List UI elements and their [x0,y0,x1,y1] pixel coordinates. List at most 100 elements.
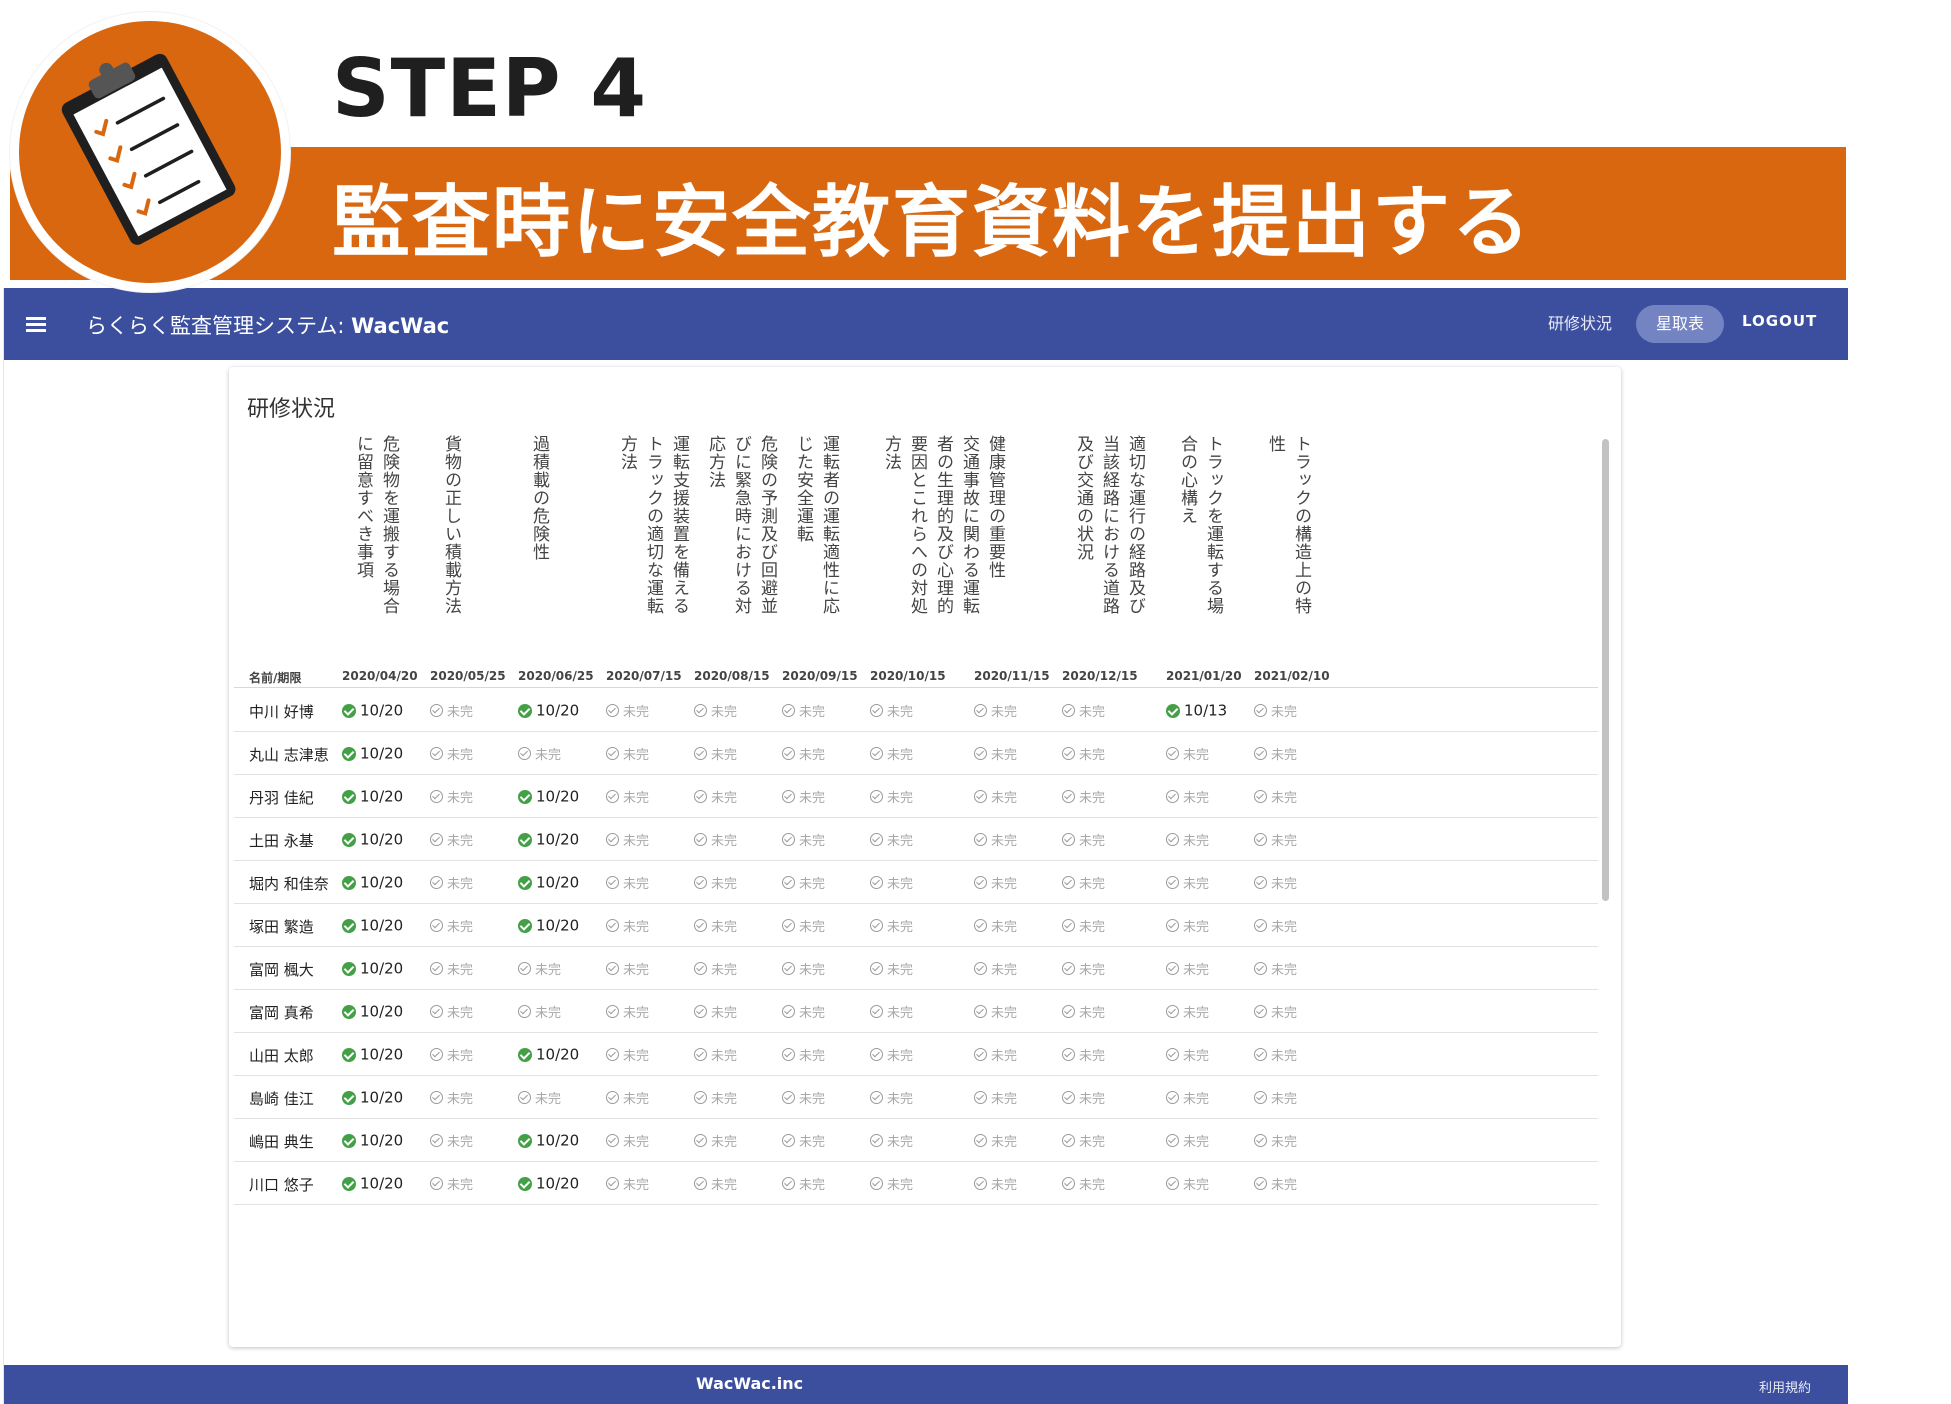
incomplete-cell[interactable]: 未完 [782,786,825,806]
incomplete-cell[interactable]: 未完 [1166,1044,1209,1064]
completed-cell[interactable]: 10/20 [518,872,579,892]
incomplete-cell[interactable]: 未完 [782,1044,825,1064]
incomplete-cell[interactable]: 未完 [870,700,913,720]
incomplete-cell[interactable]: 未完 [1062,1087,1105,1107]
incomplete-cell[interactable]: 未完 [974,1173,1017,1193]
incomplete-cell[interactable]: 未完 [974,700,1017,720]
incomplete-cell[interactable]: 未完 [430,915,473,935]
incomplete-cell[interactable]: 未完 [430,829,473,849]
incomplete-cell[interactable]: 未完 [974,872,1017,892]
incomplete-cell[interactable]: 未完 [1062,1173,1105,1193]
incomplete-cell[interactable]: 未完 [782,958,825,978]
incomplete-cell[interactable]: 未完 [1166,743,1209,763]
incomplete-cell[interactable]: 未完 [870,1130,913,1150]
incomplete-cell[interactable]: 未完 [1254,958,1297,978]
incomplete-cell[interactable]: 未完 [870,1001,913,1021]
completed-cell[interactable]: 10/20 [518,829,579,849]
incomplete-cell[interactable]: 未完 [1062,829,1105,849]
incomplete-cell[interactable]: 未完 [870,1173,913,1193]
incomplete-cell[interactable]: 未完 [606,1087,649,1107]
incomplete-cell[interactable]: 未完 [606,958,649,978]
incomplete-cell[interactable]: 未完 [1166,915,1209,935]
incomplete-cell[interactable]: 未完 [782,1087,825,1107]
incomplete-cell[interactable]: 未完 [782,743,825,763]
incomplete-cell[interactable]: 未完 [870,1044,913,1064]
incomplete-cell[interactable]: 未完 [974,958,1017,978]
incomplete-cell[interactable]: 未完 [974,1130,1017,1150]
incomplete-cell[interactable]: 未完 [694,915,737,935]
incomplete-cell[interactable]: 未完 [1254,1044,1297,1064]
incomplete-cell[interactable]: 未完 [430,872,473,892]
incomplete-cell[interactable]: 未完 [1062,872,1105,892]
incomplete-cell[interactable]: 未完 [1254,786,1297,806]
completed-cell[interactable]: 10/20 [342,1087,403,1107]
nav-star-chart[interactable]: 星取表 [1636,305,1724,343]
incomplete-cell[interactable]: 未完 [1254,1130,1297,1150]
incomplete-cell[interactable]: 未完 [782,1130,825,1150]
completed-cell[interactable]: 10/20 [342,786,403,806]
completed-cell[interactable]: 10/20 [342,829,403,849]
incomplete-cell[interactable]: 未完 [974,786,1017,806]
incomplete-cell[interactable]: 未完 [870,743,913,763]
incomplete-cell[interactable]: 未完 [782,872,825,892]
incomplete-cell[interactable]: 未完 [430,1087,473,1107]
incomplete-cell[interactable]: 未完 [606,872,649,892]
incomplete-cell[interactable]: 未完 [606,743,649,763]
completed-cell[interactable]: 10/20 [342,700,403,720]
incomplete-cell[interactable]: 未完 [694,743,737,763]
incomplete-cell[interactable]: 未完 [1166,829,1209,849]
incomplete-cell[interactable]: 未完 [782,915,825,935]
incomplete-cell[interactable]: 未完 [694,1001,737,1021]
completed-cell[interactable]: 10/20 [342,1044,403,1064]
incomplete-cell[interactable]: 未完 [782,829,825,849]
incomplete-cell[interactable]: 未完 [430,700,473,720]
incomplete-cell[interactable]: 未完 [606,1130,649,1150]
incomplete-cell[interactable]: 未完 [974,1044,1017,1064]
incomplete-cell[interactable]: 未完 [1254,872,1297,892]
logout-button[interactable]: LOGOUT [1742,312,1817,330]
incomplete-cell[interactable]: 未完 [430,958,473,978]
incomplete-cell[interactable]: 未完 [518,958,561,978]
incomplete-cell[interactable]: 未完 [606,915,649,935]
incomplete-cell[interactable]: 未完 [974,1001,1017,1021]
incomplete-cell[interactable]: 未完 [870,786,913,806]
incomplete-cell[interactable]: 未完 [606,786,649,806]
incomplete-cell[interactable]: 未完 [870,872,913,892]
incomplete-cell[interactable]: 未完 [694,958,737,978]
completed-cell[interactable]: 10/20 [342,872,403,892]
incomplete-cell[interactable]: 未完 [870,1087,913,1107]
incomplete-cell[interactable]: 未完 [694,1087,737,1107]
incomplete-cell[interactable]: 未完 [1062,1130,1105,1150]
incomplete-cell[interactable]: 未完 [870,958,913,978]
incomplete-cell[interactable]: 未完 [1254,700,1297,720]
incomplete-cell[interactable]: 未完 [782,1173,825,1193]
menu-icon[interactable] [24,312,48,336]
incomplete-cell[interactable]: 未完 [606,1001,649,1021]
completed-cell[interactable]: 10/20 [342,743,403,763]
incomplete-cell[interactable]: 未完 [1062,1044,1105,1064]
incomplete-cell[interactable]: 未完 [1062,743,1105,763]
incomplete-cell[interactable]: 未完 [694,1130,737,1150]
incomplete-cell[interactable]: 未完 [974,1087,1017,1107]
incomplete-cell[interactable]: 未完 [694,1173,737,1193]
incomplete-cell[interactable]: 未完 [606,1173,649,1193]
incomplete-cell[interactable]: 未完 [694,700,737,720]
incomplete-cell[interactable]: 未完 [694,872,737,892]
completed-cell[interactable]: 10/20 [518,1173,579,1193]
incomplete-cell[interactable]: 未完 [1062,958,1105,978]
completed-cell[interactable]: 10/20 [342,1001,403,1021]
incomplete-cell[interactable]: 未完 [1254,1087,1297,1107]
incomplete-cell[interactable]: 未完 [1254,915,1297,935]
incomplete-cell[interactable]: 未完 [694,786,737,806]
incomplete-cell[interactable]: 未完 [974,829,1017,849]
incomplete-cell[interactable]: 未完 [430,1173,473,1193]
incomplete-cell[interactable]: 未完 [430,1130,473,1150]
incomplete-cell[interactable]: 未完 [694,829,737,849]
incomplete-cell[interactable]: 未完 [430,1044,473,1064]
incomplete-cell[interactable]: 未完 [870,829,913,849]
completed-cell[interactable]: 10/20 [518,700,579,720]
incomplete-cell[interactable]: 未完 [694,1044,737,1064]
incomplete-cell[interactable]: 未完 [1062,1001,1105,1021]
completed-cell[interactable]: 10/20 [518,915,579,935]
incomplete-cell[interactable]: 未完 [870,915,913,935]
